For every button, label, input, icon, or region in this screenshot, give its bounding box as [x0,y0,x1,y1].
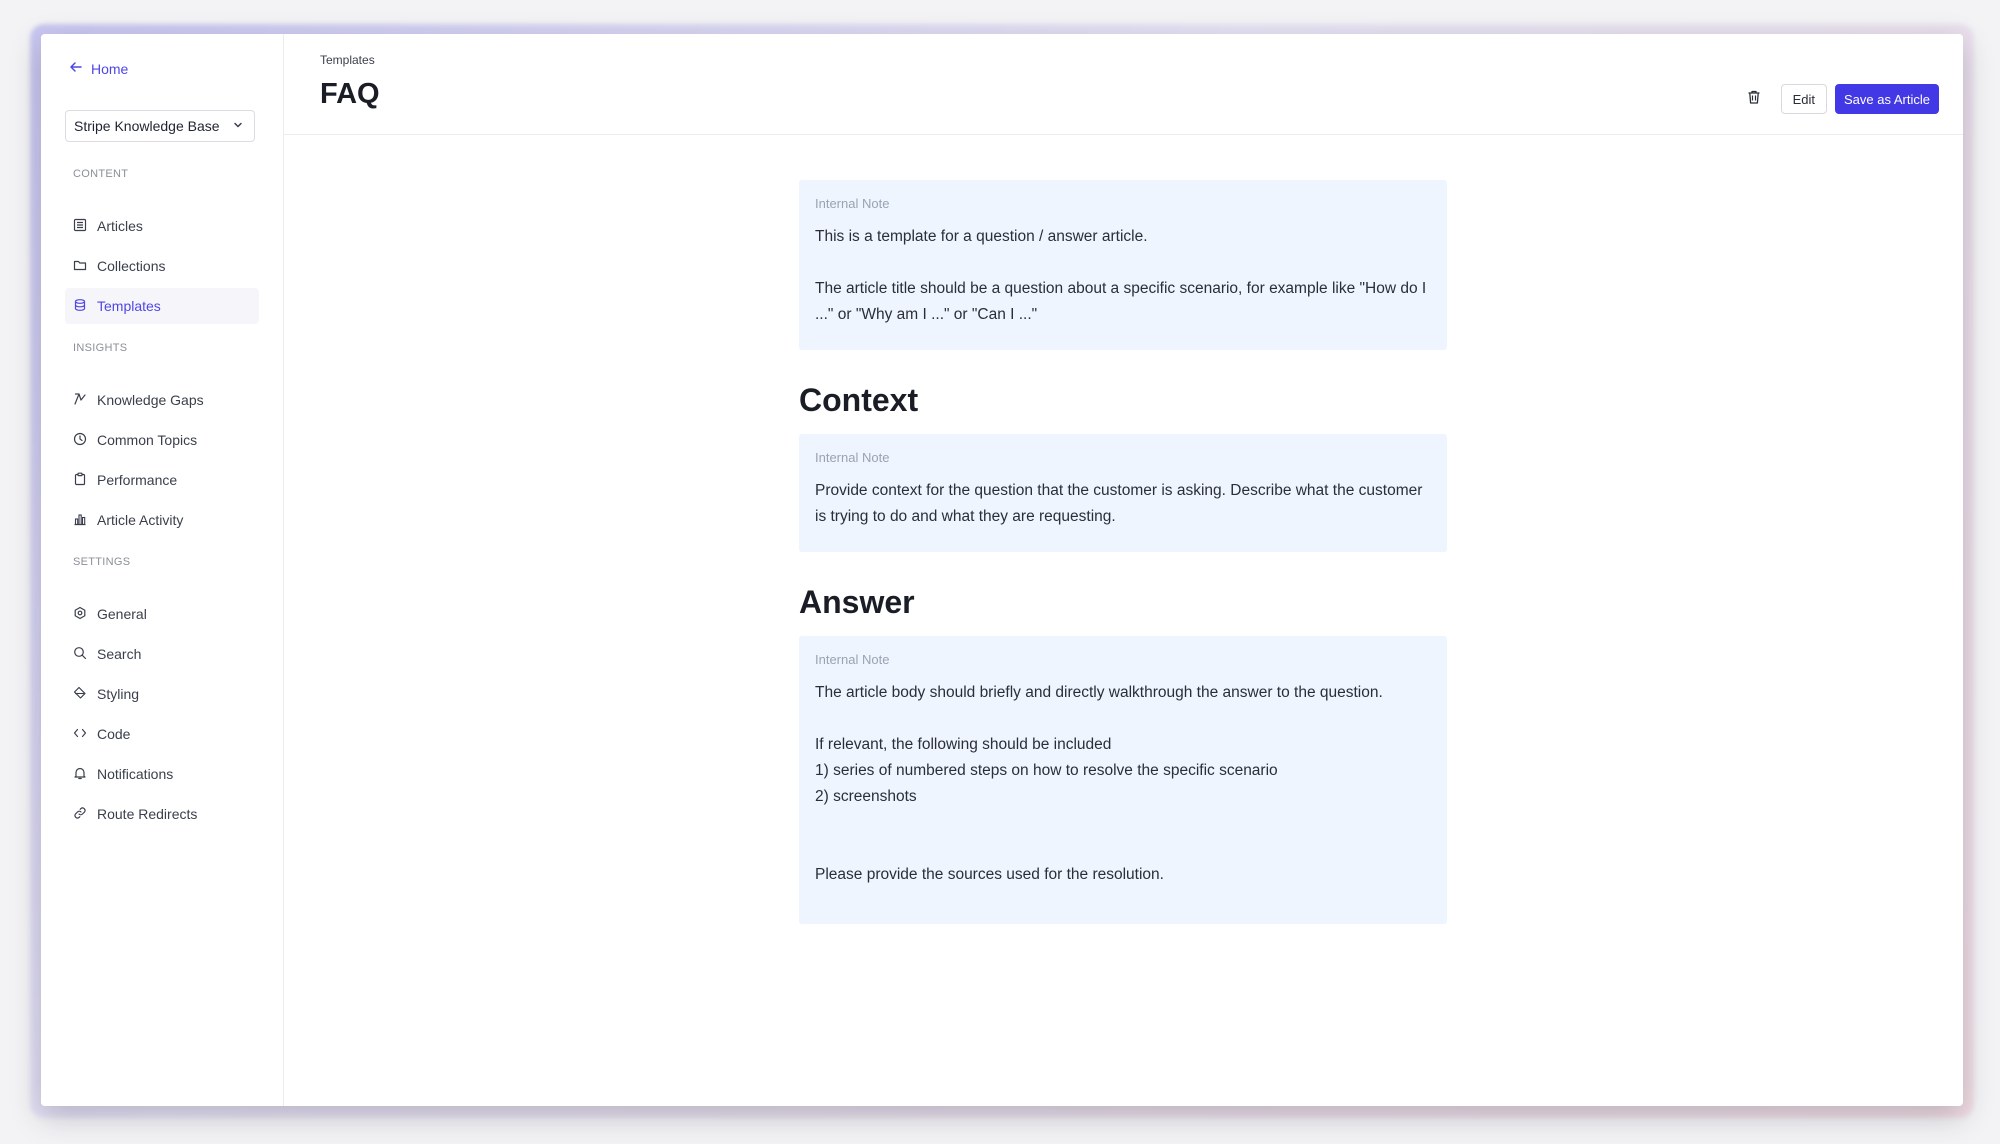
sidebar-item-route-redirects[interactable]: Route Redirects [65,796,259,832]
sidebar-item-label: Code [97,726,131,742]
sidebar-item-label: Performance [97,472,178,488]
sidebar-item-label: Articles [97,218,143,234]
section-label-content: CONTENT [73,168,129,180]
sidebar-item-label: Knowledge Gaps [97,392,204,408]
sidebar-item-label: General [97,606,147,622]
save-as-article-button[interactable]: Save as Article [1835,84,1939,114]
folder-icon [73,258,87,275]
arrow-left-icon [69,60,83,77]
internal-note-text: The article body should briefly and dire… [815,684,1383,883]
clipboard-icon [73,472,87,489]
sidebar-item-articles[interactable]: Articles [65,208,259,244]
home-link[interactable]: Home [69,60,128,77]
internal-note-text: This is a template for a question / answ… [815,228,1427,323]
breadcrumb[interactable]: Templates [320,53,375,67]
sidebar-item-label: Templates [97,298,161,314]
sidebar-item-styling[interactable]: Styling [65,676,259,712]
sidebar-item-label: Search [97,646,142,662]
edit-button[interactable]: Edit [1780,84,1827,114]
template-editor: Internal Note This is a template for a q… [799,180,1447,924]
search-icon [73,646,87,663]
gear-icon [73,606,87,623]
internal-note-label: Internal Note [815,652,890,667]
page-header: Templates FAQ Edit Save as Article [284,34,1963,135]
header-actions: Edit Save as Article [1739,84,1939,114]
code-icon [73,726,87,743]
sidebar-item-notifications[interactable]: Notifications [65,756,259,792]
gap-icon [73,392,87,409]
knowledge-base-select[interactable]: Stripe Knowledge Base [65,110,255,142]
bar-chart-icon [73,512,87,529]
internal-note-label: Internal Note [815,450,890,465]
internal-note[interactable]: Internal Note Provide context for the qu… [799,434,1447,552]
sidebar-item-label: Notifications [97,766,174,782]
sidebar-item-search[interactable]: Search [65,636,259,672]
section-label-insights: INSIGHTS [73,342,128,354]
sidebar-item-label: Collections [97,258,166,274]
internal-note[interactable]: Internal Note The article body should br… [799,636,1447,924]
database-icon [73,298,87,315]
chevron-down-icon [232,118,244,134]
context-heading[interactable]: Context [799,382,1447,419]
delete-button[interactable] [1739,84,1769,114]
paint-icon [73,686,87,703]
sidebar-item-label: Common Topics [97,432,198,448]
clock-icon [73,432,87,449]
sidebar-item-article-activity[interactable]: Article Activity [65,502,259,538]
sidebar-item-label: Article Activity [97,512,184,528]
home-label: Home [91,60,129,77]
section-label-settings: SETTINGS [73,556,131,568]
sidebar-item-common-topics[interactable]: Common Topics [65,422,259,458]
link-icon [73,806,87,823]
internal-note-text: Provide context for the question that th… [815,482,1423,525]
bell-icon [73,766,87,783]
sidebar-item-knowledge-gaps[interactable]: Knowledge Gaps [65,382,259,418]
sidebar-item-label: Route Redirects [97,806,198,822]
answer-heading[interactable]: Answer [799,584,1447,621]
trash-icon [1746,89,1762,110]
internal-note-label: Internal Note [815,196,890,211]
knowledge-base-select-value: Stripe Knowledge Base [74,118,220,134]
internal-note[interactable]: Internal Note This is a template for a q… [799,180,1447,350]
sidebar: Home Stripe Knowledge Base CONTENT Artic… [41,34,284,1106]
sidebar-item-code[interactable]: Code [65,716,259,752]
sidebar-item-performance[interactable]: Performance [65,462,259,498]
sidebar-item-general[interactable]: General [65,596,259,632]
sidebar-item-label: Styling [97,686,140,702]
sidebar-item-templates[interactable]: Templates [65,288,259,324]
sidebar-item-collections[interactable]: Collections [65,248,259,284]
articles-icon [73,218,87,235]
app-window: Home Stripe Knowledge Base CONTENT Artic… [41,34,1963,1106]
page-title: FAQ [320,78,380,110]
